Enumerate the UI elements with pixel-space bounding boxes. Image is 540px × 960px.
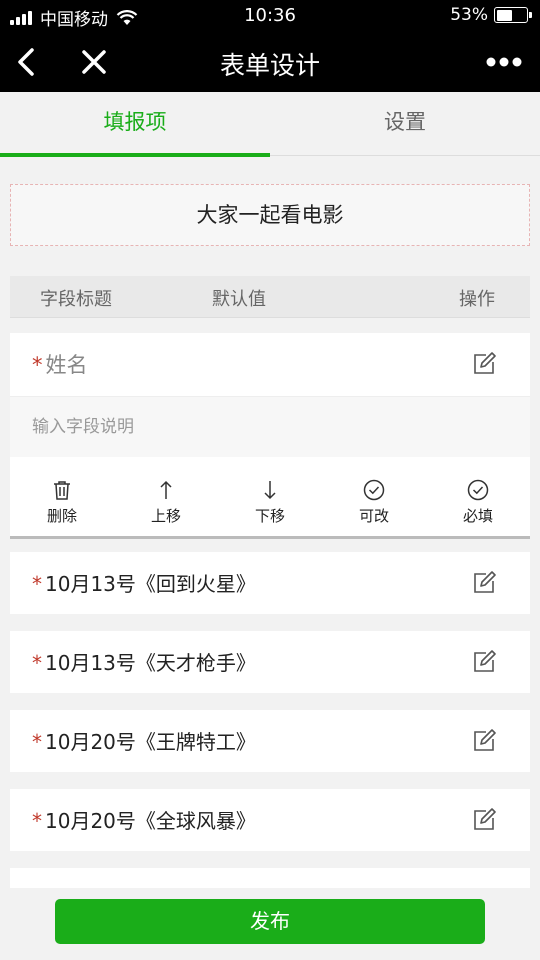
field-row[interactable]: * 姓名 [10, 333, 530, 397]
tab-fill-items[interactable]: 填报项 [0, 92, 270, 157]
delete-button[interactable]: 删除 [10, 479, 114, 526]
delete-label: 删除 [46, 507, 77, 525]
tab-bar: 填报项 设置 [0, 92, 540, 157]
field-label: 10月13号《回到火星》 [45, 572, 256, 596]
header-field-title: 字段标题 [40, 289, 112, 310]
required-mark: * [32, 730, 42, 754]
battery-icon [494, 7, 532, 23]
field-label: 10月20号《王牌特工》 [45, 730, 256, 754]
field-card[interactable]: * 10月13号《回到火星》 [10, 552, 530, 614]
check-circle-icon [363, 479, 385, 501]
check-circle-icon [467, 479, 489, 501]
arrow-down-icon [264, 481, 276, 500]
move-down-label: 下移 [254, 507, 285, 525]
required-label: 必填 [462, 507, 493, 525]
field-label: 10月13号《天才枪手》 [45, 651, 256, 675]
move-up-label: 上移 [150, 507, 181, 525]
battery-percent: 53% [450, 5, 488, 25]
header-default-value: 默认值 [212, 289, 266, 310]
form-title[interactable]: 大家一起看电影 [10, 184, 530, 246]
trash-icon [54, 481, 70, 500]
nav-bar: 表单设计 [0, 32, 540, 92]
table-header: 字段标题 默认值 操作 [10, 276, 530, 318]
edit-icon[interactable] [472, 808, 496, 832]
editable-toggle[interactable]: 可改 [322, 479, 426, 526]
edit-icon[interactable] [472, 352, 496, 376]
editing-field-card: *姓名 删除 上移 下移 [10, 333, 530, 539]
field-card[interactable]: * 10月13号《天才枪手》 [10, 631, 530, 693]
field-label: 姓名 [45, 353, 88, 377]
edit-icon[interactable] [472, 650, 496, 674]
header-operation: 操作 [459, 289, 495, 310]
tab-settings[interactable]: 设置 [270, 92, 540, 156]
move-up-button[interactable]: 上移 [114, 479, 218, 526]
field-card[interactable]: * 10月20号《全球风暴》 [10, 789, 530, 851]
status-bar: 中国移动 10:36 53% [0, 0, 540, 32]
field-card-partial [10, 868, 530, 888]
edit-icon[interactable] [472, 729, 496, 753]
required-mark: * [32, 572, 42, 596]
required-mark: * [32, 651, 42, 675]
required-toggle[interactable]: 必填 [426, 479, 530, 526]
field-label: 10月20号《全球风暴》 [45, 809, 256, 833]
move-down-button[interactable]: 下移 [218, 479, 322, 526]
edit-icon[interactable] [472, 571, 496, 595]
field-card[interactable]: * 10月20号《王牌特工》 [10, 710, 530, 772]
publish-button[interactable]: 发布 [55, 899, 485, 944]
required-mark: * [32, 809, 42, 833]
more-icon[interactable] [486, 56, 522, 68]
arrow-up-icon [160, 480, 172, 499]
page-title: 表单设计 [219, 51, 320, 80]
field-description [10, 397, 530, 457]
field-actions: 删除 上移 下移 可改 必填 [10, 457, 530, 539]
field-description-input[interactable] [10, 397, 530, 457]
editable-label: 可改 [358, 507, 389, 525]
required-mark: * [32, 353, 43, 377]
